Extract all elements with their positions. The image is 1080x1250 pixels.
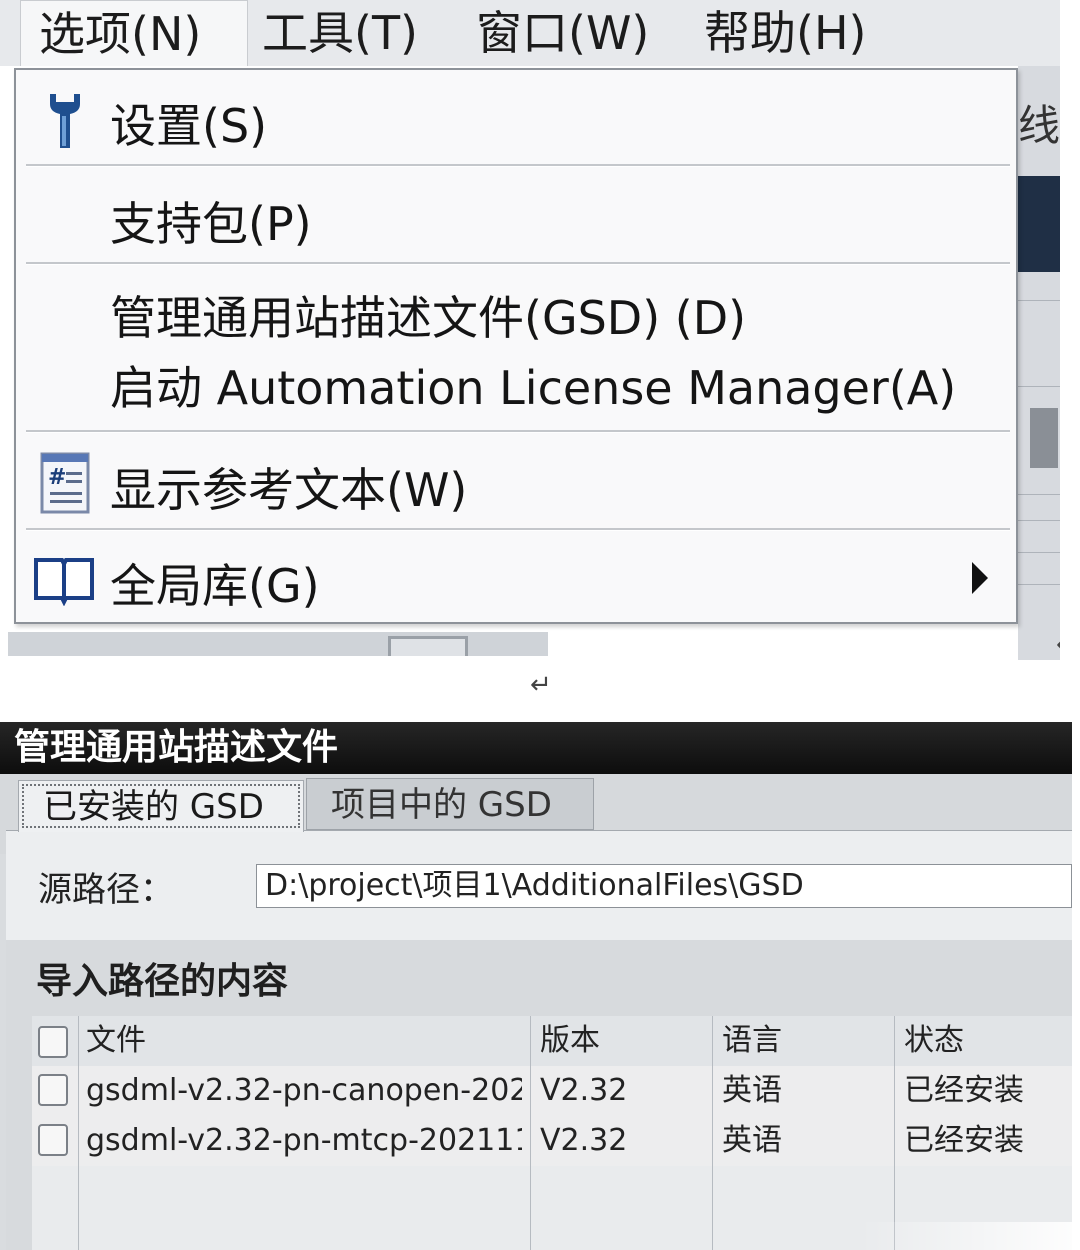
- menu-item-label: 全局库(G): [110, 559, 320, 613]
- menu-separator: [26, 262, 1010, 265]
- menu-separator: [26, 528, 1010, 531]
- column-header-file[interactable]: 文件: [86, 1016, 146, 1066]
- options-menu-screenshot: 选项(N) 工具(T) 窗口(W) 帮助(H) 线 设置(S) 支持包(P) 管…: [0, 0, 1060, 660]
- menu-help[interactable]: 帮助(H): [704, 0, 866, 66]
- background-tab: [388, 636, 468, 656]
- section-title: 导入路径的内容: [36, 961, 289, 1002]
- background-divider: [1018, 494, 1060, 495]
- menu-item-label: 支持包(P): [110, 197, 312, 251]
- column-header-language[interactable]: 语言: [722, 1016, 782, 1066]
- book-icon: [32, 554, 96, 610]
- paragraph-mark-icon: ↵: [1056, 630, 1060, 660]
- menu-window[interactable]: 窗口(W): [476, 0, 649, 66]
- menu-item-manage-gsd[interactable]: 管理通用站描述文件(GSD) (D): [16, 276, 1016, 346]
- reference-text-icon: #: [40, 452, 92, 518]
- options-dropdown-menu: 设置(S) 支持包(P) 管理通用站描述文件(GSD) (D) 启动 Autom…: [14, 68, 1018, 624]
- background-divider: [1018, 520, 1060, 521]
- column-divider: [712, 1016, 713, 1250]
- row-status: 已经安装: [904, 1123, 1024, 1158]
- background-divider: [1018, 552, 1060, 553]
- table-row-empty: [32, 1166, 1072, 1213]
- column-header-version[interactable]: 版本: [540, 1016, 600, 1066]
- background-text: 线: [1018, 101, 1060, 150]
- background-divider: [1018, 584, 1060, 585]
- row-status: 已经安装: [904, 1073, 1024, 1108]
- menu-item-global-libraries[interactable]: 全局库(G): [16, 540, 1016, 620]
- menu-tools[interactable]: 工具(T): [262, 0, 418, 66]
- menu-separator: [26, 164, 1010, 167]
- tab-installed-gsd[interactable]: 已安装的 GSD: [18, 780, 304, 832]
- source-path-input[interactable]: D:\project\项目1\AdditionalFiles\GSD: [256, 864, 1072, 908]
- menu-item-label: 显示参考文本(W): [110, 463, 468, 517]
- column-divider: [78, 1016, 79, 1250]
- row-file-name: gsdml-v2.32-pn-canopen-202111...: [86, 1073, 522, 1108]
- select-all-checkbox[interactable]: [38, 1026, 68, 1058]
- row-version: V2.32: [540, 1123, 628, 1158]
- background-element: [1030, 408, 1058, 468]
- menu-item-support-packages[interactable]: 支持包(P): [16, 176, 1016, 262]
- source-path-label: 源路径：: [38, 870, 174, 910]
- menu-item-label: 启动 Automation License Manager(A): [110, 361, 957, 415]
- menu-options[interactable]: 选项(N): [20, 0, 248, 66]
- row-language: 英语: [722, 1123, 782, 1158]
- background-divider: [1018, 386, 1060, 387]
- submenu-arrow-icon: [972, 562, 988, 594]
- background-panel: [1018, 66, 1060, 660]
- gsd-dialog-screenshot: 管理通用站描述文件 已安装的 GSD 项目中的 GSD 源路径： D:\proj…: [0, 722, 1072, 1250]
- dialog-title: 管理通用站描述文件: [0, 722, 1072, 774]
- menu-separator: [26, 430, 1010, 433]
- menu-item-show-reference-text[interactable]: # 显示参考文本(W): [16, 442, 1016, 528]
- row-file-name: gsdml-v2.32-pn-mtcp-20211123....: [86, 1123, 522, 1158]
- background-band: [1018, 176, 1060, 272]
- row-checkbox[interactable]: [38, 1124, 68, 1156]
- menu-item-label: 管理通用站描述文件(GSD) (D): [110, 291, 747, 345]
- menu-item-label: 设置(S): [110, 99, 268, 153]
- column-divider: [894, 1016, 895, 1250]
- column-divider: [530, 1016, 531, 1250]
- background-divider: [1018, 300, 1060, 301]
- row-version: V2.32: [540, 1073, 628, 1108]
- tab-project-gsd[interactable]: 项目中的 GSD: [306, 778, 594, 830]
- image-edge-highlight: [860, 1222, 1072, 1250]
- paragraph-mark-icon: ↵: [530, 670, 552, 700]
- wrench-icon: [44, 90, 84, 156]
- menu-item-settings[interactable]: 设置(S): [16, 78, 1016, 164]
- row-language: 英语: [722, 1073, 782, 1108]
- svg-text:#: #: [48, 465, 66, 490]
- column-header-status[interactable]: 状态: [904, 1016, 964, 1066]
- menu-item-license-manager[interactable]: 启动 Automation License Manager(A): [16, 346, 1016, 416]
- row-checkbox[interactable]: [38, 1074, 68, 1106]
- menu-bar: 选项(N) 工具(T) 窗口(W) 帮助(H): [0, 0, 1060, 66]
